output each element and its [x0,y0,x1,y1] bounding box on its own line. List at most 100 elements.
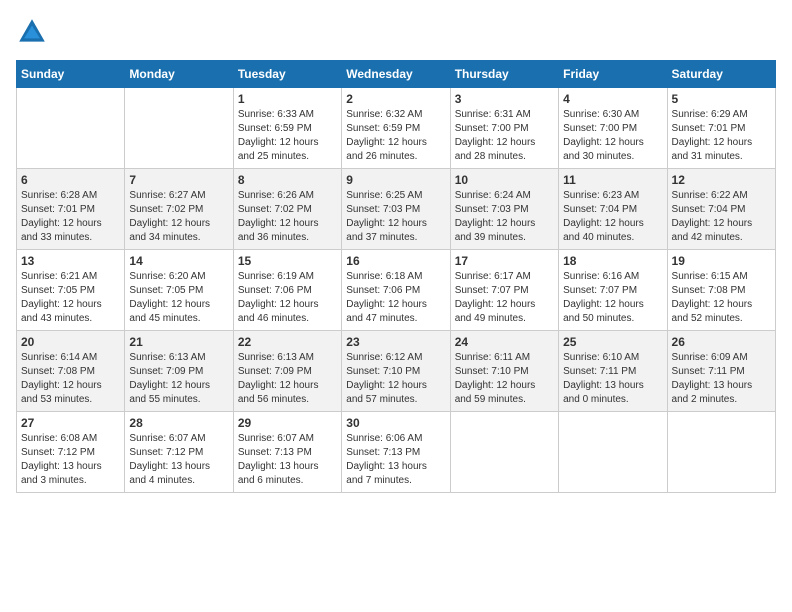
day-number: 11 [563,173,662,187]
day-number: 29 [238,416,337,430]
day-info: Sunrise: 6:13 AM Sunset: 7:09 PM Dayligh… [129,351,228,407]
day-number: 24 [455,335,554,349]
day-info: Sunrise: 6:16 AM Sunset: 7:07 PM Dayligh… [563,270,662,326]
calendar-cell: 30 Sunrise: 6:06 AM Sunset: 7:13 PM Dayli… [342,412,450,493]
day-info: Sunrise: 6:07 AM Sunset: 7:13 PM Dayligh… [238,432,337,488]
day-info: Sunrise: 6:06 AM Sunset: 7:13 PM Dayligh… [346,432,445,488]
day-number: 20 [21,335,120,349]
calendar-cell: 9Sunrise: 6:25 AM Sunset: 7:03 PM Daylig… [342,169,450,250]
day-number: 6 [21,173,120,187]
day-of-week-header: Tuesday [233,61,341,88]
calendar-cell [559,412,667,493]
day-info: Sunrise: 6:28 AM Sunset: 7:01 PM Dayligh… [21,189,120,245]
day-number: 10 [455,173,554,187]
day-number: 23 [346,335,445,349]
calendar-cell [450,412,558,493]
calendar-cell: 20 Sunrise: 6:14 AM Sunset: 7:08 PM Dayli… [17,331,125,412]
day-info: Sunrise: 6:21 AM Sunset: 7:05 PM Dayligh… [21,270,120,326]
calendar-cell: 28 Sunrise: 6:07 AM Sunset: 7:12 PM Dayli… [125,412,233,493]
calendar-cell: 14 Sunrise: 6:20 AM Sunset: 7:05 PM Dayli… [125,250,233,331]
day-info: Sunrise: 6:31 AM Sunset: 7:00 PM Dayligh… [455,108,554,164]
day-number: 26 [672,335,771,349]
day-info: Sunrise: 6:29 AM Sunset: 7:01 PM Dayligh… [672,108,771,164]
day-info: Sunrise: 6:20 AM Sunset: 7:05 PM Dayligh… [129,270,228,326]
day-of-week-header: Sunday [17,61,125,88]
day-number: 21 [129,335,228,349]
day-info: Sunrise: 6:30 AM Sunset: 7:00 PM Dayligh… [563,108,662,164]
day-number: 18 [563,254,662,268]
day-info: Sunrise: 6:13 AM Sunset: 7:09 PM Dayligh… [238,351,337,407]
day-info: Sunrise: 6:12 AM Sunset: 7:10 PM Dayligh… [346,351,445,407]
calendar-cell: 3Sunrise: 6:31 AM Sunset: 7:00 PM Daylig… [450,88,558,169]
day-number: 19 [672,254,771,268]
day-info: Sunrise: 6:15 AM Sunset: 7:08 PM Dayligh… [672,270,771,326]
calendar-cell: 8 Sunrise: 6:26 AM Sunset: 7:02 PM Daylig… [233,169,341,250]
calendar-cell: 22 Sunrise: 6:13 AM Sunset: 7:09 PM Dayli… [233,331,341,412]
day-number: 25 [563,335,662,349]
calendar-cell: 29 Sunrise: 6:07 AM Sunset: 7:13 PM Dayli… [233,412,341,493]
day-info: Sunrise: 6:32 AM Sunset: 6:59 PM Dayligh… [346,108,445,164]
logo-icon [16,16,48,48]
calendar-cell: 27Sunrise: 6:08 AM Sunset: 7:12 PM Dayli… [17,412,125,493]
day-of-week-header: Monday [125,61,233,88]
day-number: 17 [455,254,554,268]
calendar-cell: 23 Sunrise: 6:12 AM Sunset: 7:10 PM Dayli… [342,331,450,412]
calendar-cell: 2 Sunrise: 6:32 AM Sunset: 6:59 PM Daylig… [342,88,450,169]
day-number: 14 [129,254,228,268]
day-number: 1 [238,92,337,106]
day-info: Sunrise: 6:24 AM Sunset: 7:03 PM Dayligh… [455,189,554,245]
day-info: Sunrise: 6:11 AM Sunset: 7:10 PM Dayligh… [455,351,554,407]
calendar-cell: 25Sunrise: 6:10 AM Sunset: 7:11 PM Dayli… [559,331,667,412]
calendar-cell: 13 Sunrise: 6:21 AM Sunset: 7:05 PM Dayli… [17,250,125,331]
day-info: Sunrise: 6:19 AM Sunset: 7:06 PM Dayligh… [238,270,337,326]
calendar-cell: 4Sunrise: 6:30 AM Sunset: 7:00 PM Daylig… [559,88,667,169]
logo [16,16,52,48]
day-info: Sunrise: 6:33 AM Sunset: 6:59 PM Dayligh… [238,108,337,164]
day-number: 2 [346,92,445,106]
calendar-cell: 26 Sunrise: 6:09 AM Sunset: 7:11 PM Dayli… [667,331,775,412]
day-number: 12 [672,173,771,187]
day-number: 5 [672,92,771,106]
calendar-cell: 24 Sunrise: 6:11 AM Sunset: 7:10 PM Dayli… [450,331,558,412]
calendar-cell: 12Sunrise: 6:22 AM Sunset: 7:04 PM Dayli… [667,169,775,250]
day-of-week-header: Wednesday [342,61,450,88]
calendar-week-row: 1 Sunrise: 6:33 AM Sunset: 6:59 PM Daylig… [17,88,776,169]
calendar-week-row: 13 Sunrise: 6:21 AM Sunset: 7:05 PM Dayli… [17,250,776,331]
day-of-week-header: Thursday [450,61,558,88]
calendar-cell [125,88,233,169]
calendar-cell: 5 Sunrise: 6:29 AM Sunset: 7:01 PM Daylig… [667,88,775,169]
day-info: Sunrise: 6:27 AM Sunset: 7:02 PM Dayligh… [129,189,228,245]
calendar-cell: 7 Sunrise: 6:27 AM Sunset: 7:02 PM Daylig… [125,169,233,250]
calendar-cell: 1 Sunrise: 6:33 AM Sunset: 6:59 PM Daylig… [233,88,341,169]
day-info: Sunrise: 6:07 AM Sunset: 7:12 PM Dayligh… [129,432,228,488]
calendar-cell: 19 Sunrise: 6:15 AM Sunset: 7:08 PM Dayli… [667,250,775,331]
calendar-cell: 18 Sunrise: 6:16 AM Sunset: 7:07 PM Dayli… [559,250,667,331]
day-of-week-header: Saturday [667,61,775,88]
day-number: 9 [346,173,445,187]
calendar-cell: 10 Sunrise: 6:24 AM Sunset: 7:03 PM Dayli… [450,169,558,250]
day-info: Sunrise: 6:18 AM Sunset: 7:06 PM Dayligh… [346,270,445,326]
day-info: Sunrise: 6:17 AM Sunset: 7:07 PM Dayligh… [455,270,554,326]
day-info: Sunrise: 6:14 AM Sunset: 7:08 PM Dayligh… [21,351,120,407]
day-number: 30 [346,416,445,430]
day-number: 28 [129,416,228,430]
page-header [16,16,776,48]
day-number: 7 [129,173,228,187]
day-number: 22 [238,335,337,349]
day-number: 27 [21,416,120,430]
calendar-cell: 17 Sunrise: 6:17 AM Sunset: 7:07 PM Dayli… [450,250,558,331]
day-info: Sunrise: 6:26 AM Sunset: 7:02 PM Dayligh… [238,189,337,245]
calendar-cell: 15 Sunrise: 6:19 AM Sunset: 7:06 PM Dayli… [233,250,341,331]
day-info: Sunrise: 6:23 AM Sunset: 7:04 PM Dayligh… [563,189,662,245]
day-number: 15 [238,254,337,268]
day-number: 13 [21,254,120,268]
calendar-cell: 16Sunrise: 6:18 AM Sunset: 7:06 PM Dayli… [342,250,450,331]
calendar-cell [667,412,775,493]
calendar-week-row: 20 Sunrise: 6:14 AM Sunset: 7:08 PM Dayli… [17,331,776,412]
calendar-cell: 21 Sunrise: 6:13 AM Sunset: 7:09 PM Dayli… [125,331,233,412]
calendar-cell: 11 Sunrise: 6:23 AM Sunset: 7:04 PM Dayli… [559,169,667,250]
calendar-body: 1 Sunrise: 6:33 AM Sunset: 6:59 PM Daylig… [17,88,776,493]
day-number: 8 [238,173,337,187]
day-of-week-header: Friday [559,61,667,88]
day-info: Sunrise: 6:09 AM Sunset: 7:11 PM Dayligh… [672,351,771,407]
